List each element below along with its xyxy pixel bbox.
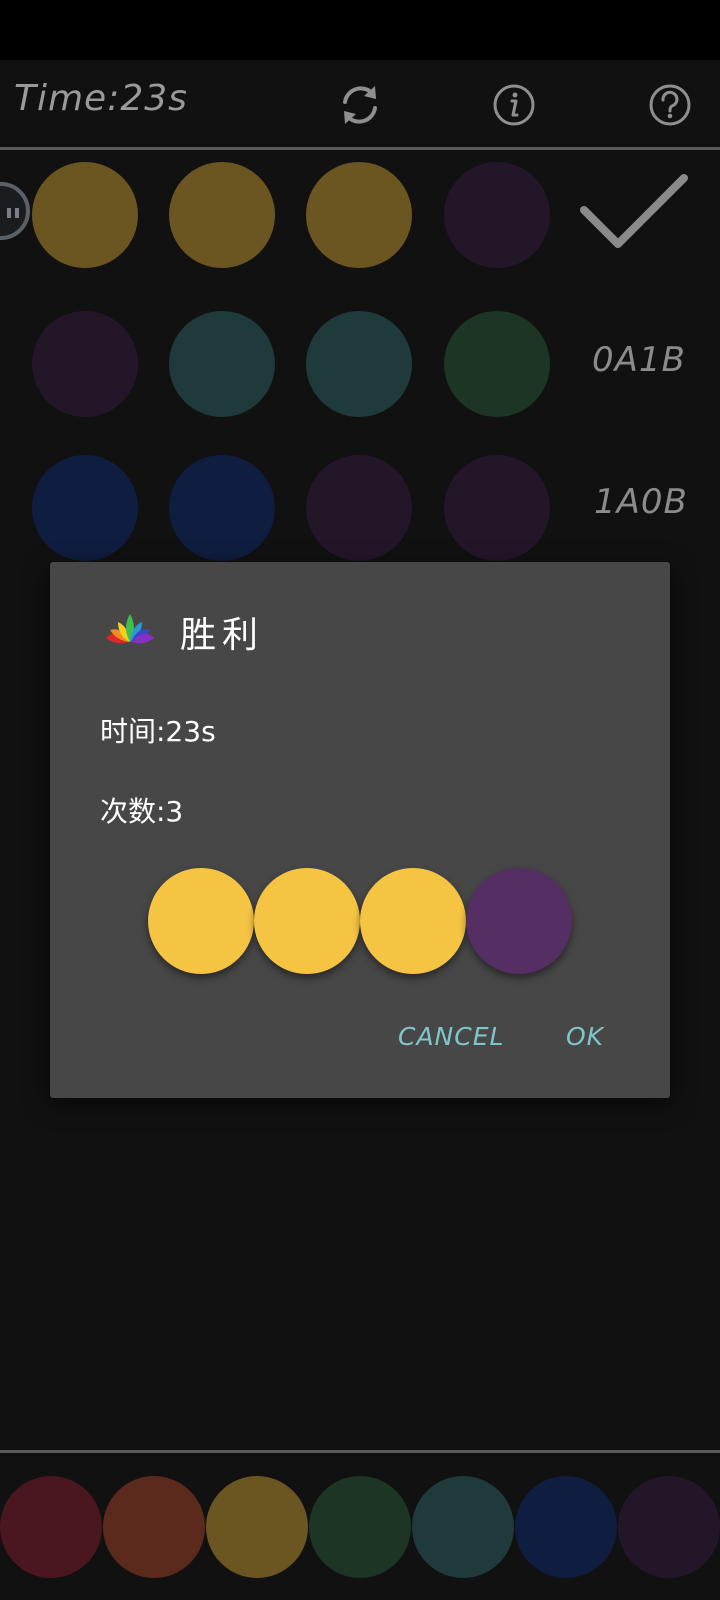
header-divider — [0, 147, 720, 150]
palette-color-orange[interactable] — [103, 1476, 205, 1578]
palette-color-purple[interactable] — [618, 1476, 720, 1578]
board-peg[interactable] — [32, 455, 138, 561]
palette-color-blue[interactable] — [515, 1476, 617, 1578]
row-result: 0A1B — [592, 340, 686, 380]
board-peg[interactable] — [169, 455, 275, 561]
help-button[interactable] — [647, 82, 693, 128]
answer-peg — [466, 868, 572, 974]
palette-color-red[interactable] — [0, 1476, 102, 1578]
board-peg[interactable] — [32, 311, 138, 417]
victory-dialog: 胜利 时间:23s 次数:3 CANCEL OK — [50, 562, 670, 1098]
palette-color-green[interactable] — [309, 1476, 411, 1578]
info-button[interactable] — [491, 82, 537, 128]
answer-peg — [254, 868, 360, 974]
palette-divider — [0, 1450, 720, 1453]
refresh-button[interactable] — [337, 82, 383, 128]
help-icon — [649, 84, 691, 126]
answer-peg — [148, 868, 254, 974]
elapsed-time-text: 时间:23s — [100, 715, 216, 748]
row-result: 1A0B — [594, 482, 688, 522]
attempt-count-text: 次数:3 — [100, 795, 184, 828]
palette-color-teal[interactable] — [412, 1476, 514, 1578]
board-peg[interactable] — [444, 455, 550, 561]
timer-label: Time:23s — [14, 78, 188, 119]
refresh-icon — [343, 86, 377, 124]
board-peg[interactable] — [306, 455, 412, 561]
cancel-button[interactable]: CANCEL — [398, 1022, 504, 1051]
board-peg[interactable] — [306, 162, 412, 268]
lotus-icon — [106, 614, 154, 644]
board-peg[interactable] — [306, 311, 412, 417]
board-peg[interactable] — [169, 311, 275, 417]
check-icon[interactable] — [578, 172, 690, 256]
board-peg[interactable] — [444, 162, 550, 268]
status-bar — [0, 0, 720, 60]
board-peg[interactable] — [32, 162, 138, 268]
board-peg[interactable] — [444, 311, 550, 417]
ok-button[interactable]: OK — [566, 1022, 604, 1051]
board-peg[interactable] — [169, 162, 275, 268]
info-icon — [493, 84, 535, 126]
answer-peg — [360, 868, 466, 974]
palette-color-yellow[interactable] — [206, 1476, 308, 1578]
dialog-title: 胜利 — [180, 615, 265, 656]
